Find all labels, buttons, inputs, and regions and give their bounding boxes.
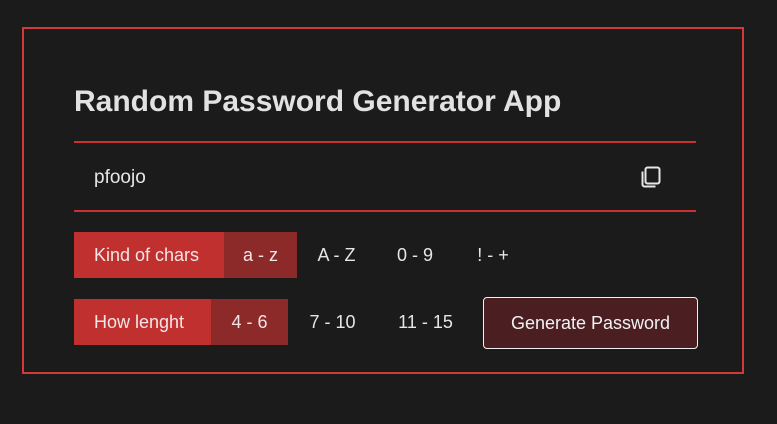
password-top-divider [74, 141, 696, 143]
copy-icon-graphic [641, 166, 661, 188]
generate-password-button[interactable]: Generate Password [483, 297, 698, 349]
chars-option-digits[interactable]: 0 - 9 [376, 232, 454, 278]
chars-options-row: Kind of chars a - z A - Z 0 - 9 ! - + [74, 232, 532, 278]
chars-option-symbols[interactable]: ! - + [454, 232, 532, 278]
chars-option-lowercase[interactable]: a - z [224, 232, 297, 278]
password-bottom-divider [74, 210, 696, 212]
password-output: pfoojo [94, 167, 146, 188]
length-option-11-15[interactable]: 11 - 15 [377, 299, 474, 345]
length-option-4-6[interactable]: 4 - 6 [211, 299, 288, 345]
copy-icon[interactable] [638, 164, 664, 190]
chars-label: Kind of chars [74, 232, 224, 278]
length-options-row: How lenght 4 - 6 7 - 10 11 - 15 [74, 299, 474, 345]
chars-option-uppercase[interactable]: A - Z [297, 232, 376, 278]
length-label: How lenght [74, 299, 211, 345]
page-title: Random Password Generator App [74, 85, 562, 118]
length-option-7-10[interactable]: 7 - 10 [288, 299, 377, 345]
